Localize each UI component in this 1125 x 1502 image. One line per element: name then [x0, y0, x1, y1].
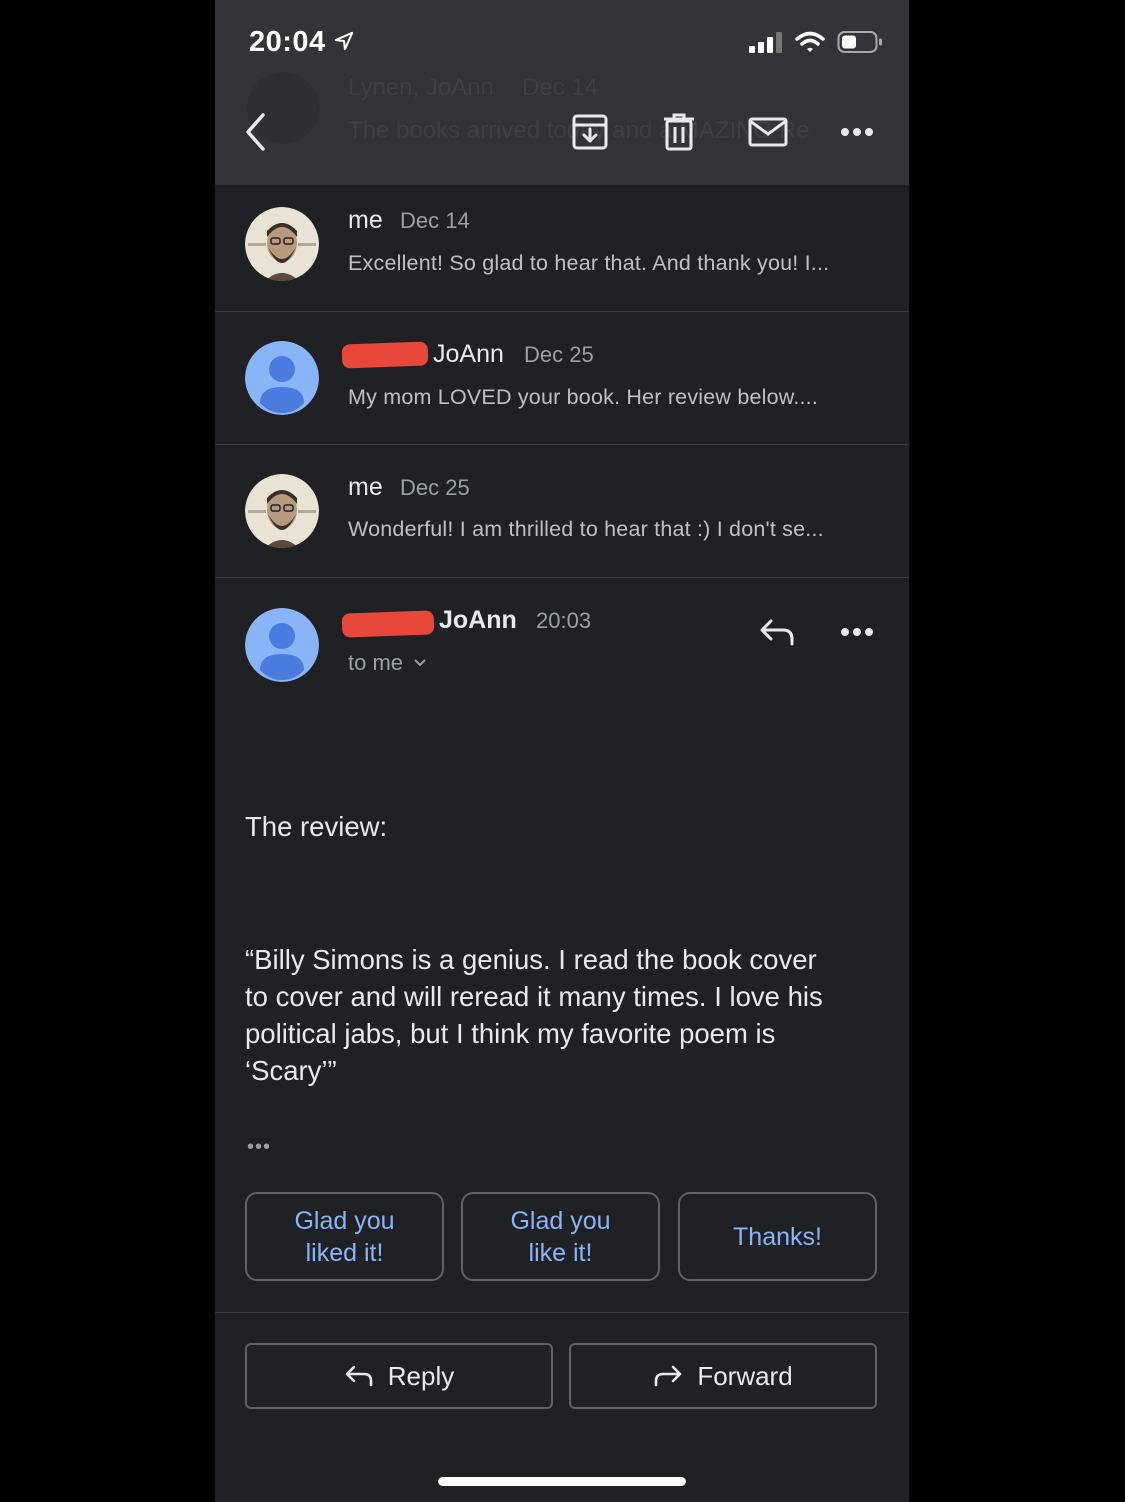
- mark-unread-button[interactable]: [746, 110, 790, 154]
- forward-icon: [655, 1365, 682, 1387]
- mail-icon: [748, 117, 788, 147]
- wifi-icon: [795, 31, 825, 52]
- delete-button[interactable]: [657, 110, 701, 154]
- redaction-mark: [341, 610, 435, 638]
- ghost-date: Dec 14: [522, 74, 599, 101]
- chip-line: like it!: [528, 1238, 593, 1267]
- avatar-me: [245, 474, 319, 548]
- message-body-intro: The review:: [245, 811, 388, 842]
- message-date: Dec 14: [400, 208, 470, 233]
- chip-line: Glad you: [510, 1206, 611, 1235]
- message-body: “Billy Simons is a genius. I read the bo…: [245, 941, 823, 1089]
- chevron-down-icon: [414, 659, 426, 667]
- person-icon: [245, 341, 319, 415]
- sender-name: JoAnn: [433, 340, 504, 368]
- thread-item[interactable]: me Dec 14 Excellent! So glad to hear tha…: [215, 185, 909, 312]
- thread-item[interactable]: me Dec 25 Wonderful! I am thrilled to he…: [215, 444, 909, 578]
- message-more-button[interactable]: [835, 612, 879, 652]
- location-arrow-icon: [334, 31, 354, 51]
- avatar-joann: [245, 341, 319, 415]
- body-line: to cover and will reread it many times. …: [245, 981, 823, 1012]
- reply-icon-button[interactable]: [755, 612, 799, 652]
- body-line: ‘Scary’”: [245, 1055, 337, 1086]
- ghost-sender: Lynen, JoAnn: [348, 74, 494, 101]
- chip-text: Glad you liked it!: [294, 1205, 394, 1269]
- phone-screen: 20:04 Lynen, JoAnn Dec 14 The books arri…: [215, 0, 909, 1502]
- recipients-toggle[interactable]: to me: [348, 650, 427, 676]
- open-message-sender: JoAnn: [439, 606, 517, 634]
- more-options-button[interactable]: [835, 110, 879, 154]
- chip-line: Thanks!: [733, 1222, 822, 1251]
- show-trimmed-content-button[interactable]: •••: [247, 1136, 271, 1159]
- battery-icon: [837, 31, 882, 53]
- smart-reply-chip[interactable]: Glad you like it!: [461, 1192, 660, 1281]
- home-indicator[interactable]: [438, 1477, 686, 1486]
- sender-name: me: [348, 473, 383, 501]
- redaction-mark: [341, 341, 429, 369]
- author-portrait-icon: [245, 207, 319, 281]
- body-line: political jabs, but I think my favorite …: [245, 1018, 776, 1049]
- message-snippet: Excellent! So glad to hear that. And tha…: [348, 251, 830, 275]
- divider: [215, 1312, 909, 1313]
- smart-reply-chip[interactable]: Glad you liked it!: [245, 1192, 444, 1281]
- more-horizontal-icon: [841, 128, 873, 136]
- message-date: Dec 25: [524, 342, 594, 367]
- message-snippet: My mom LOVED your book. Her review below…: [348, 385, 819, 409]
- signal-icon: [749, 32, 782, 53]
- status-bar: 20:04: [215, 0, 909, 80]
- message-snippet: Wonderful! I am thrilled to hear that :)…: [348, 517, 824, 541]
- chip-line: Glad you: [294, 1206, 395, 1235]
- archive-icon: [572, 114, 608, 150]
- sender-name: me: [348, 206, 383, 234]
- more-horizontal-icon: [841, 628, 873, 636]
- reply-icon: [760, 619, 794, 646]
- reply-label: Reply: [387, 1360, 455, 1391]
- avatar-me: [245, 207, 319, 281]
- reply-icon: [345, 1365, 373, 1387]
- open-message-time: 20:03: [536, 608, 592, 633]
- chip-text: Glad you like it!: [510, 1205, 610, 1269]
- avatar-joann: [245, 608, 319, 682]
- trash-icon: [664, 113, 694, 151]
- back-button[interactable]: [235, 110, 279, 154]
- body-line: “Billy Simons is a genius. I read the bo…: [245, 944, 817, 975]
- archive-button[interactable]: [568, 110, 612, 154]
- recipients-label: to me: [348, 650, 404, 675]
- message-date: Dec 25: [400, 475, 470, 500]
- chip-line: liked it!: [305, 1238, 384, 1267]
- smart-reply-chip[interactable]: Thanks!: [678, 1192, 877, 1281]
- reply-button[interactable]: Reply: [245, 1343, 553, 1409]
- status-time: 20:04: [249, 26, 326, 58]
- author-portrait-icon: [245, 474, 319, 548]
- thread-item[interactable]: JoAnn Dec 25 My mom LOVED your book. Her…: [215, 311, 909, 445]
- chevron-left-icon: [246, 113, 265, 151]
- forward-button[interactable]: Forward: [569, 1343, 877, 1409]
- person-icon: [245, 608, 319, 682]
- status-icons: [749, 30, 883, 54]
- forward-label: Forward: [697, 1360, 793, 1391]
